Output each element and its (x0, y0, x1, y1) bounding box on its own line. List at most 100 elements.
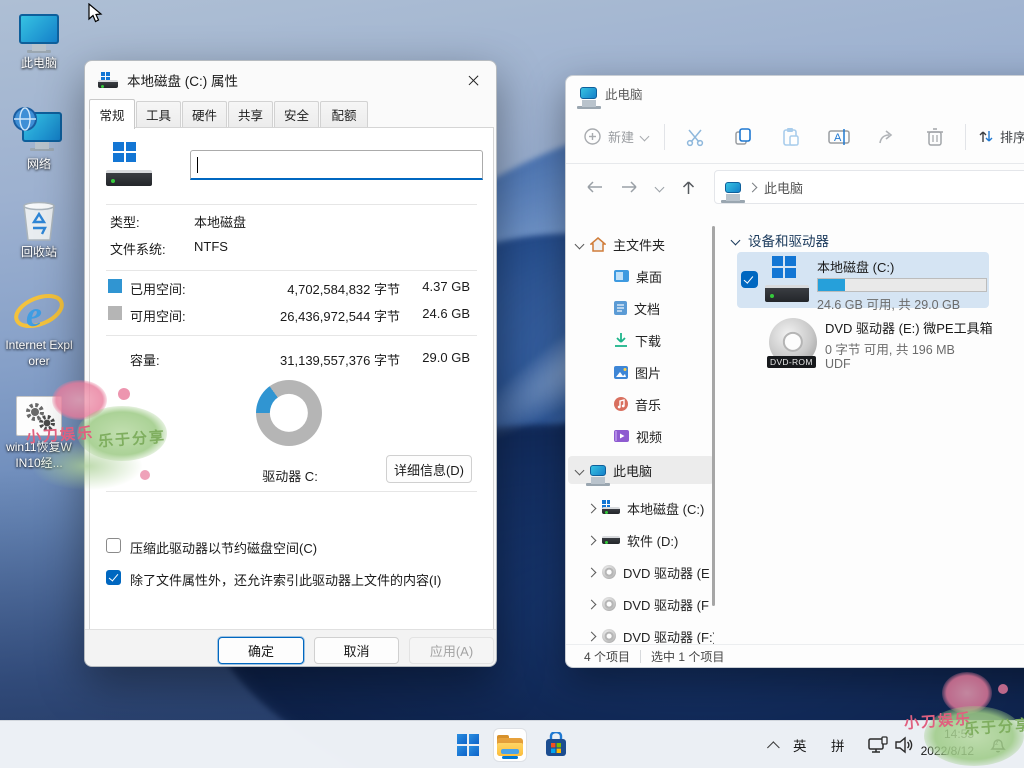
tab-general[interactable]: 常规 (89, 99, 135, 129)
compress-checkbox-label: 压缩此驱动器以节约磁盘空间(C) (130, 538, 317, 557)
status-selected-count: 选中 1 个项目 (651, 648, 724, 665)
tab-hardware[interactable]: 硬件 (182, 101, 227, 127)
index-checkbox[interactable] (106, 570, 121, 585)
paste-button[interactable] (774, 122, 808, 152)
section-devices-and-drives[interactable]: 设备和驱动器 (732, 230, 829, 250)
home-icon (590, 237, 606, 252)
sidebar-item-desktop[interactable]: 桌面 (614, 262, 714, 290)
history-chevron-icon[interactable] (655, 182, 665, 192)
free-space-swatch (108, 306, 122, 320)
this-pc-icon (725, 182, 741, 193)
sidebar-item-local-disk-c[interactable]: 本地磁盘 (C:) (588, 494, 714, 522)
new-button[interactable]: 新建 (584, 127, 648, 146)
tab-sharing[interactable]: 共享 (228, 101, 273, 127)
tab-label: 工具 (146, 105, 171, 124)
desktop-folder-icon (614, 270, 629, 282)
rename-button[interactable]: A (822, 122, 856, 152)
copy-icon (733, 127, 753, 147)
sort-button[interactable]: 排序 (978, 127, 1024, 146)
sidebar-item-label: 主文件夹 (613, 235, 665, 254)
desktop-icon-network[interactable]: 网络 (1, 110, 77, 173)
desktop-icon-recycle-bin[interactable]: 回收站 (1, 200, 77, 261)
dialog-title-bar[interactable]: 本地磁盘 (C:) 属性 (85, 61, 496, 99)
sidebar-scrollbar[interactable] (712, 226, 715, 606)
properties-dialog: 本地磁盘 (C:) 属性 常规 工具 硬件 共享 安全 配额 类型: 本地磁盘 … (84, 60, 497, 667)
drive-info: 0 字节 可用, 共 196 MB (825, 339, 955, 358)
forward-icon[interactable] (621, 180, 638, 194)
tray-clock[interactable]: 14:55 2022/8/12 (908, 726, 974, 760)
sidebar-item-videos[interactable]: 视频 (614, 422, 714, 450)
start-button[interactable] (452, 729, 484, 761)
close-button[interactable] (451, 62, 495, 98)
breadcrumb: 此电脑 (764, 178, 803, 197)
chevron-down-icon (640, 132, 650, 142)
cut-button[interactable] (678, 122, 712, 152)
sidebar-item-music[interactable]: 音乐 (614, 390, 714, 418)
plus-circle-icon (584, 128, 601, 145)
windows-logo-icon (457, 734, 479, 756)
taskbar: 英 拼 z (0, 720, 1024, 768)
desktop-icon-win11-restore[interactable]: win11恢复WIN10经... (1, 396, 77, 471)
drive-c-icon (98, 72, 118, 88)
taskbar-microsoft-store[interactable] (540, 729, 572, 761)
desktop-icon-label: Internet Explorer (4, 338, 74, 369)
type-label: 类型: (110, 212, 140, 231)
desktop-icon-label: 网络 (1, 157, 77, 173)
volume-label-input[interactable] (190, 150, 483, 180)
sidebar-item-drive-d[interactable]: 软件 (D:) (588, 526, 714, 554)
explorer-window-title: 此电脑 (605, 84, 643, 103)
copy-button[interactable] (726, 122, 760, 152)
explorer-title-bar[interactable]: 此电脑 (566, 76, 1024, 110)
ok-button[interactable]: 确定 (218, 637, 304, 664)
taskbar-file-explorer[interactable] (494, 729, 526, 761)
filesystem-value: NTFS (194, 239, 228, 254)
this-pc-icon (19, 14, 59, 44)
details-button[interactable]: 详细信息(D) (386, 455, 472, 483)
tray-show-hidden-icons[interactable] (762, 729, 788, 761)
chevron-expanded-icon (575, 239, 585, 249)
file-explorer-icon (497, 735, 523, 756)
desktop-icon-this-pc[interactable]: 此电脑 (1, 14, 77, 72)
drive-item-dvd-e[interactable]: DVD-ROM DVD 驱动器 (E:) 微PE工具箱 0 字节 可用, 共 1… (737, 314, 989, 376)
sidebar-item-label: 下载 (635, 331, 661, 350)
sidebar-item-pictures[interactable]: 图片 (614, 358, 714, 386)
new-button-label: 新建 (608, 127, 634, 146)
ok-button-label: 确定 (248, 641, 274, 660)
recycle-bin-icon (20, 200, 58, 242)
cancel-button[interactable]: 取消 (314, 637, 399, 664)
status-item-count: 4 个项目 (584, 648, 630, 665)
tab-tools[interactable]: 工具 (136, 101, 181, 127)
tab-quota[interactable]: 配额 (320, 101, 368, 127)
sidebar-item-dvd-f2[interactable]: DVD 驱动器 (F:) (588, 622, 714, 644)
sidebar-item-dvd-f[interactable]: DVD 驱动器 (F (588, 590, 714, 618)
desktop-icon-internet-explorer[interactable]: e Internet Explorer (1, 288, 77, 369)
sidebar-item-dvd-e[interactable]: DVD 驱动器 (E (588, 558, 714, 586)
chevron-collapsed-icon (587, 535, 597, 545)
delete-button[interactable] (918, 122, 952, 152)
used-space-swatch (108, 279, 122, 293)
section-header-label: 设备和驱动器 (748, 230, 829, 250)
sidebar-item-this-pc[interactable]: 此电脑 (568, 456, 714, 484)
mouse-cursor (88, 3, 103, 24)
picture-icon (614, 366, 628, 379)
ime-language-pinyin[interactable]: 拼 (831, 735, 845, 755)
microsoft-store-icon (543, 732, 569, 758)
apply-button[interactable]: 应用(A) (409, 637, 494, 664)
sidebar-item-downloads[interactable]: 下载 (614, 326, 714, 354)
rename-icon: A (828, 127, 850, 147)
ime-language-english[interactable]: 英 (793, 735, 807, 755)
compress-checkbox[interactable] (106, 538, 121, 553)
up-icon[interactable] (681, 180, 696, 195)
chevron-collapsed-icon (587, 599, 597, 609)
tab-security[interactable]: 安全 (274, 101, 319, 127)
back-icon[interactable] (586, 180, 603, 194)
address-bar[interactable]: 此电脑 (714, 170, 1024, 204)
checkbox-checked-icon[interactable] (741, 271, 758, 288)
sidebar-item-documents[interactable]: 文档 (614, 294, 714, 322)
sidebar-item-home[interactable]: 主文件夹 (576, 230, 714, 258)
drive-item-local-disk-c[interactable]: 本地磁盘 (C:) 24.6 GB 可用, 共 29.0 GB (737, 252, 989, 308)
share-button[interactable] (870, 122, 904, 152)
used-space-bytes: 4,702,584,832 字节 (250, 279, 400, 298)
sidebar-item-label: 文档 (634, 299, 660, 318)
tray-notifications[interactable]: z (982, 729, 1014, 761)
